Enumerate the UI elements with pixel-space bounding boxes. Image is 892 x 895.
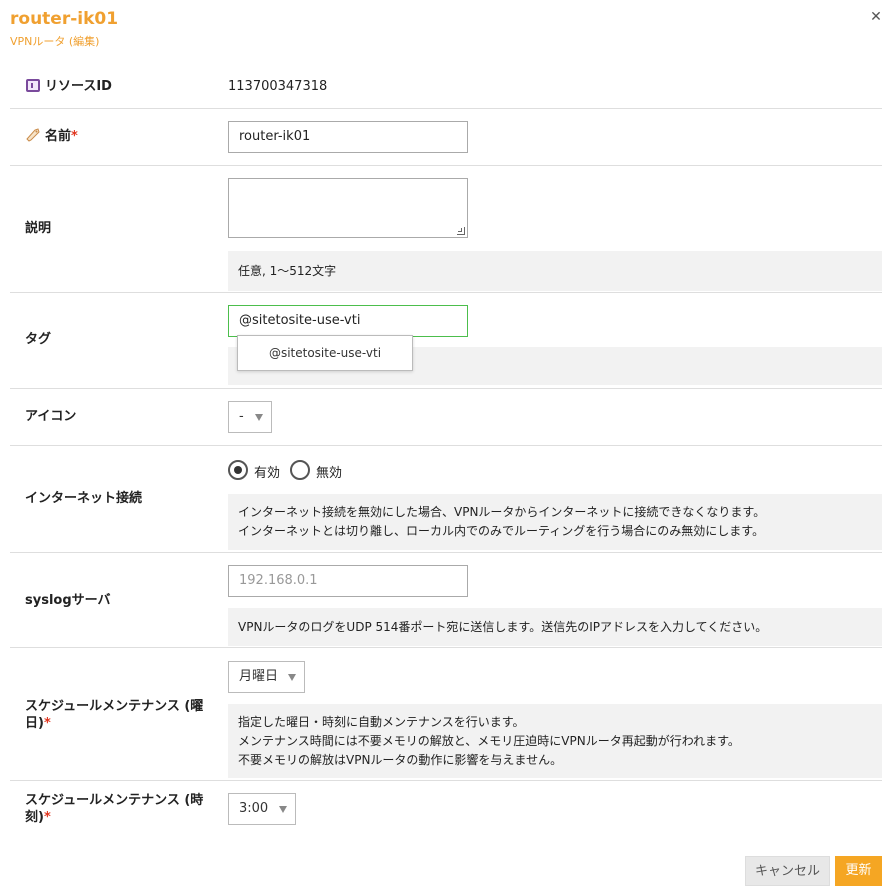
maintenance-help-line-1: 指定した曜日・時刻に自動メンテナンスを行います。 <box>238 715 525 729</box>
id-card-icon <box>26 79 40 92</box>
name-label-text: 名前 <box>45 129 72 144</box>
name-label: 名前* <box>45 128 78 145</box>
resource-id-value: 113700347318 <box>228 79 328 94</box>
update-button[interactable]: 更新 <box>835 856 882 886</box>
tag-icon <box>26 128 40 142</box>
tag-suggestion[interactable]: @sitetosite-use-vti <box>237 335 413 371</box>
maintenance-time-value: 3:00 <box>239 801 269 816</box>
maintenance-day-label-line-1: スケジュールメンテナンス (曜 <box>25 699 204 714</box>
required-mark: * <box>71 129 78 144</box>
icon-select[interactable]: - <box>228 401 272 433</box>
dialog-subtitle: VPNルータ (編集) <box>10 35 100 48</box>
internet-help-line-2: インターネットとは切り離し、ローカル内でのみでルーティングを行う場合にのみ無効に… <box>238 524 765 538</box>
internet-help-line-1: インターネット接続を無効にした場合、VPNルータからインターネットに接続できなく… <box>238 505 766 519</box>
maintenance-time-select[interactable]: 3:00 <box>228 793 296 825</box>
resize-grip-icon[interactable] <box>457 227 465 235</box>
maintenance-time-label: スケジュールメンテナンス (時 刻)* <box>25 792 203 826</box>
name-input[interactable]: router-ik01 <box>228 121 468 153</box>
syslog-label: syslogサーバ <box>25 593 111 608</box>
required-mark: * <box>43 716 51 731</box>
maintenance-day-label: スケジュールメンテナンス (曜 日)* <box>25 698 203 732</box>
tags-input[interactable]: @sitetosite-use-vti <box>228 305 468 337</box>
tags-label: タグ <box>25 332 52 347</box>
syslog-help: VPNルータのログをUDP 514番ポート宛に送信します。送信先のIPアドレスを… <box>228 608 882 646</box>
resource-id-label: リソースID <box>45 79 112 94</box>
maintenance-day-value: 月曜日 <box>239 669 279 684</box>
maintenance-day-help: 指定した曜日・時刻に自動メンテナンスを行います。 メンテナンス時間には不要メモリ… <box>228 704 882 778</box>
maintenance-time-label-line-2: 刻)* <box>25 809 203 826</box>
close-icon[interactable]: ✕ <box>868 9 884 25</box>
internet-disabled-label[interactable]: 無効 <box>316 462 342 481</box>
chevron-down-icon <box>288 674 296 681</box>
internet-help: インターネット接続を無効にした場合、VPNルータからインターネットに接続できなく… <box>228 494 882 550</box>
maintenance-time-label-line-1: スケジュールメンテナンス (時 <box>25 793 204 808</box>
cancel-button[interactable]: キャンセル <box>745 856 830 886</box>
maintenance-day-label-line-2-text: 日) <box>25 716 44 731</box>
internet-label: インターネット接続 <box>25 491 143 506</box>
internet-disabled-radio[interactable] <box>290 460 310 480</box>
maintenance-day-select[interactable]: 月曜日 <box>228 661 305 693</box>
chevron-down-icon <box>255 414 263 421</box>
icon-label: アイコン <box>25 409 77 424</box>
required-mark: * <box>43 810 51 825</box>
description-label: 説明 <box>25 221 52 236</box>
maintenance-time-label-line-2-text: 刻) <box>25 810 44 825</box>
icon-row <box>10 389 882 446</box>
dialog-title: router-ik01 <box>10 9 119 29</box>
description-textarea[interactable] <box>228 178 468 238</box>
internet-enabled-radio[interactable] <box>228 460 248 480</box>
maintenance-help-line-2: メンテナンス時間には不要メモリの解放と、メモリ圧迫時にVPNルータ再起動が行われ… <box>238 734 740 748</box>
syslog-input[interactable]: 192.168.0.1 <box>228 565 468 597</box>
chevron-down-icon <box>279 806 287 813</box>
description-help: 任意, 1〜512文字 <box>228 251 882 291</box>
resource-id-row <box>10 62 882 109</box>
maintenance-day-label-line-2: 日)* <box>25 715 203 732</box>
internet-enabled-label[interactable]: 有効 <box>254 462 280 481</box>
icon-select-value: - <box>239 409 244 424</box>
maintenance-help-line-3: 不要メモリの解放はVPNルータの動作に影響を与えません。 <box>238 753 563 767</box>
